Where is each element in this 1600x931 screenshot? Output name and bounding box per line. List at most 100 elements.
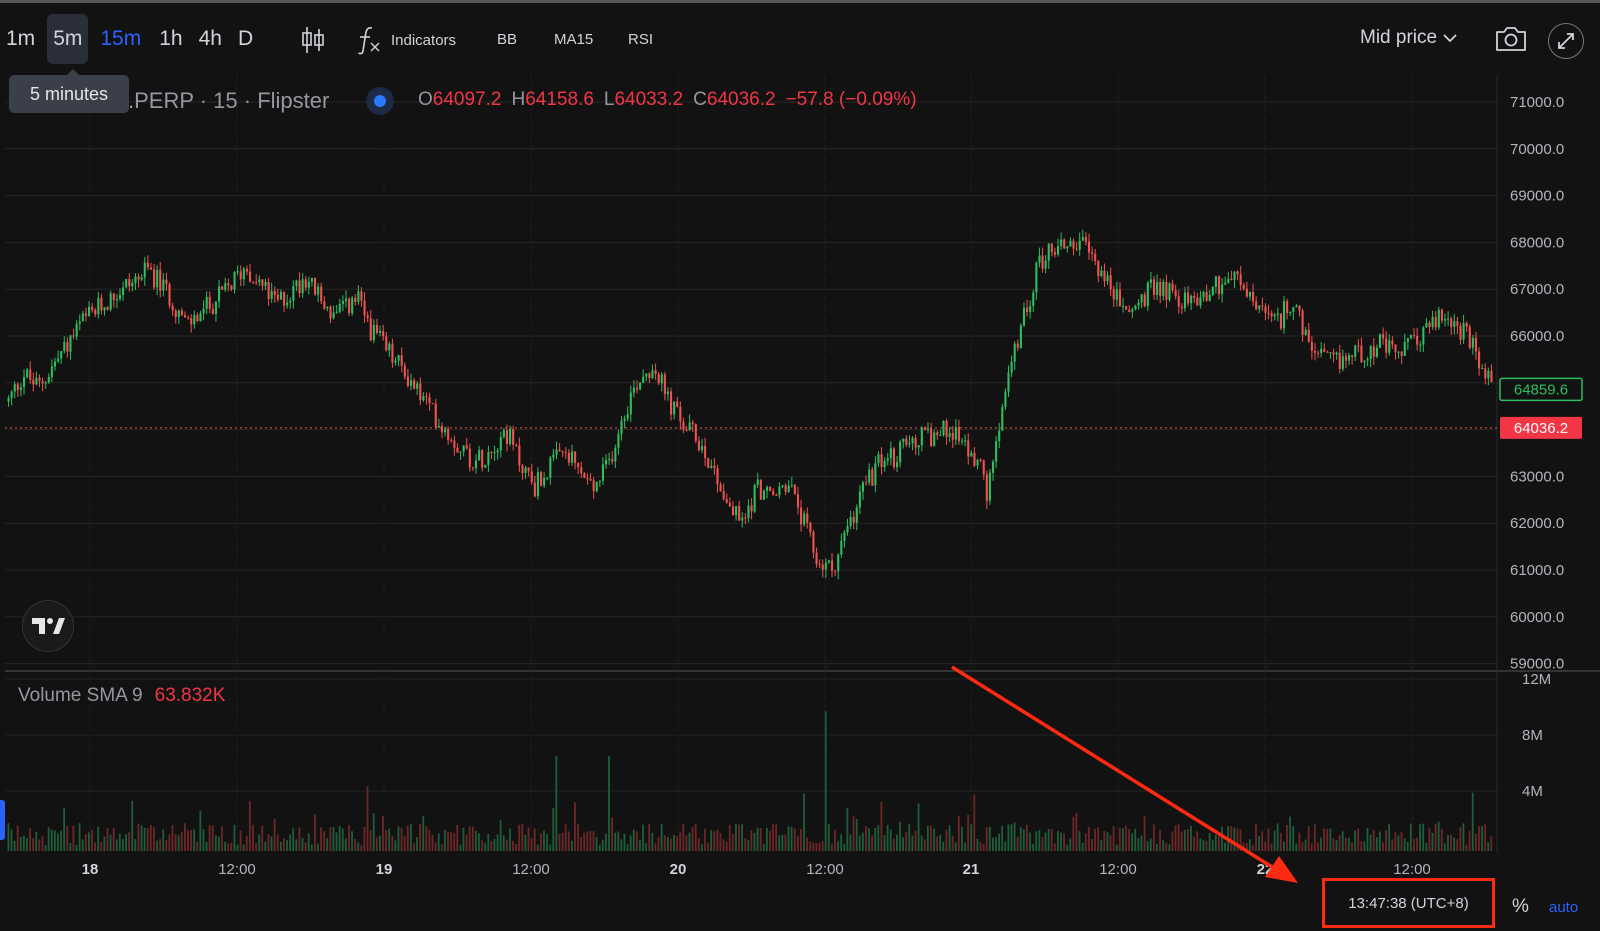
left-panel-handle[interactable]: [0, 800, 5, 840]
candle-body: [536, 472, 539, 497]
open-label: O: [418, 89, 433, 110]
volume-bar: [456, 824, 459, 851]
candle-body: [564, 452, 567, 454]
volume-bar: [1400, 832, 1403, 851]
volume-bar: [651, 833, 654, 851]
candle-body: [382, 331, 385, 337]
volume-bar: [1450, 834, 1452, 851]
candle-body: [224, 283, 227, 290]
candle-body: [137, 276, 140, 280]
candle-body: [44, 382, 47, 384]
candle-body: [896, 462, 899, 468]
candle-body: [450, 439, 453, 441]
candle-body: [1122, 306, 1125, 308]
volume-bar: [645, 843, 648, 851]
volume-bar: [521, 823, 524, 851]
candle-body: [1351, 355, 1354, 357]
volume-bar: [1128, 829, 1130, 851]
candle-body: [1053, 252, 1056, 255]
volume-bar: [930, 825, 932, 851]
volume-bar: [772, 824, 774, 851]
volume-bar: [1347, 837, 1350, 851]
candle-body: [1406, 338, 1409, 342]
low-value: 64033.2: [614, 89, 684, 110]
volume-bar: [911, 835, 914, 851]
candle-body: [635, 387, 639, 390]
volume-bar: [886, 824, 889, 851]
candle-body: [1276, 313, 1279, 315]
volume-bar: [905, 831, 908, 851]
volume-bar: [375, 837, 378, 851]
high-value: 64158.6: [525, 89, 594, 110]
candle-body: [735, 506, 738, 516]
volume-bar: [63, 807, 66, 851]
volume-bar: [1295, 843, 1298, 851]
candle-body: [425, 396, 428, 398]
volume-bar: [1224, 842, 1226, 851]
volume-bar: [512, 840, 514, 851]
candle-body: [905, 438, 908, 445]
volume-tick-label: 12M: [1522, 671, 1551, 688]
candle-body: [310, 277, 313, 282]
candle-body: [800, 507, 803, 525]
candle-body: [125, 279, 128, 288]
volume-bar: [196, 841, 199, 851]
candle-body: [422, 396, 425, 401]
volume-bar: [697, 838, 700, 851]
volume-bar: [577, 824, 579, 851]
volume-bar: [574, 802, 576, 851]
candle-body: [945, 420, 948, 437]
volume-bar: [286, 840, 288, 851]
percent-scale-toggle[interactable]: %: [1512, 896, 1529, 918]
symbol-legend[interactable]: .PERP · 15 · Flipster: [128, 87, 329, 115]
volume-bar: [394, 840, 397, 851]
candle-body: [973, 452, 976, 466]
candle-body: [416, 383, 419, 389]
volume-tick-label: 4M: [1522, 783, 1543, 800]
candle-body: [694, 424, 697, 441]
candle-body: [112, 293, 115, 301]
tradingview-logo[interactable]: [22, 600, 74, 652]
clock-timezone[interactable]: 13:47:38 (UTC+8): [1322, 878, 1495, 928]
volume-bar: [180, 832, 183, 851]
candle-body: [1242, 285, 1245, 289]
volume-bar: [1388, 823, 1391, 851]
volume-bar: [354, 839, 357, 851]
volume-bar: [1109, 835, 1112, 851]
volume-bar: [403, 835, 406, 851]
candle-body: [1128, 309, 1131, 313]
candle-body: [868, 469, 871, 483]
volume-bar: [1447, 835, 1449, 851]
price-chart[interactable]: 71000.0 70000.0 69000.0 68000.0 67000.0 66000…: [0, 3, 1600, 931]
volume-bar: [478, 833, 480, 851]
candle-body: [341, 301, 344, 304]
volume-bar: [16, 825, 19, 851]
candle-body: [106, 307, 109, 310]
candle-body: [26, 369, 29, 378]
volume-bar: [818, 842, 821, 851]
candle-body: [159, 269, 162, 291]
volume-bar: [1453, 837, 1456, 851]
price-tick-label: 69000.0: [1510, 188, 1564, 205]
candle-body: [533, 482, 536, 497]
candle-body: [1050, 243, 1053, 253]
auto-scale-toggle[interactable]: auto: [1549, 899, 1578, 916]
volume-bar: [967, 814, 970, 851]
candle-body: [1468, 326, 1471, 348]
volume-bar: [765, 827, 768, 851]
candle-body: [1447, 318, 1450, 320]
candle-body: [933, 432, 936, 447]
volume-bar: [1047, 828, 1050, 851]
volume-bar: [168, 834, 171, 851]
candle-body: [348, 298, 351, 314]
volume-bar: [815, 842, 818, 851]
timeframe-tooltip: 5 minutes: [9, 69, 129, 113]
candle-body: [608, 458, 611, 460]
candle-body: [750, 505, 753, 512]
volume-bar: [149, 824, 152, 851]
candle-body: [849, 516, 852, 526]
volume-bar: [258, 834, 261, 851]
volume-bar: [1428, 828, 1431, 851]
candle-body: [1217, 276, 1221, 295]
time-tick-label: 12:00: [218, 861, 256, 878]
